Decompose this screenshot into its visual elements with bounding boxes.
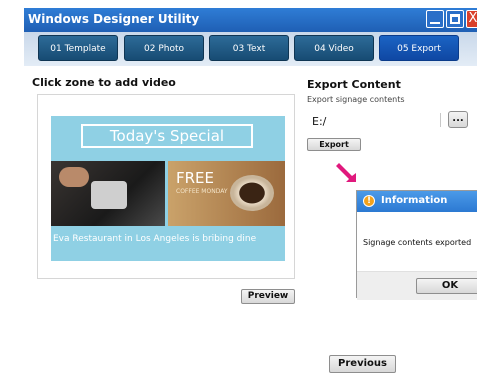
previous-button[interactable]: Previous [329, 355, 396, 373]
close-icon[interactable]: X [466, 10, 477, 28]
promo-title: FREE [176, 169, 215, 187]
barista-photo [51, 161, 165, 226]
export-subheading: Export signage contents [307, 95, 405, 104]
info-icon: ! [363, 195, 375, 207]
tab-template[interactable]: 01 Template [38, 35, 118, 61]
tab-export[interactable]: 05 Export [379, 35, 459, 61]
step-tab-bar: 01 Template 02 Photo 03 Text 04 Video 05… [24, 32, 477, 66]
title-bar: Windows Designer Utility X [24, 8, 477, 32]
promo-subtitle: COFFEE MONDAY [176, 188, 228, 195]
dialog-title-bar: ! Information [357, 191, 477, 212]
tab-text[interactable]: 03 Text [209, 35, 289, 61]
tab-photo[interactable]: 02 Photo [124, 35, 204, 61]
dialog-title: Information [381, 195, 448, 206]
export-heading: Export Content [307, 78, 401, 91]
hand-shape [59, 167, 89, 187]
window-title: Windows Designer Utility [28, 12, 200, 26]
path-divider [440, 113, 441, 127]
ok-button[interactable]: OK [416, 278, 477, 294]
dialog-message: Signage contents exported [363, 238, 472, 247]
minimize-icon[interactable] [426, 10, 444, 28]
maximize-icon[interactable] [446, 10, 464, 28]
browse-button[interactable]: ... [448, 111, 468, 128]
coffee-cup-shape [230, 175, 274, 211]
video-zone-heading: Click zone to add video [32, 76, 176, 89]
ticker-text: Eva Restaurant in Los Angeles is bribing… [53, 234, 257, 244]
coffee-promo-image: FREE COFFEE MONDAY [168, 161, 285, 226]
tab-video[interactable]: 04 Video [294, 35, 374, 61]
coffee-machine-shape [91, 181, 127, 209]
signage-preview[interactable]: Today's Special FREE COFFEE MONDAY Eva R… [51, 116, 285, 261]
export-path-field[interactable]: E:/ [312, 115, 326, 128]
export-button[interactable]: Export [307, 138, 361, 151]
pointer-arrow-icon [336, 163, 356, 182]
preview-button[interactable]: Preview [241, 289, 295, 304]
headline-box: Today's Special [81, 124, 253, 148]
